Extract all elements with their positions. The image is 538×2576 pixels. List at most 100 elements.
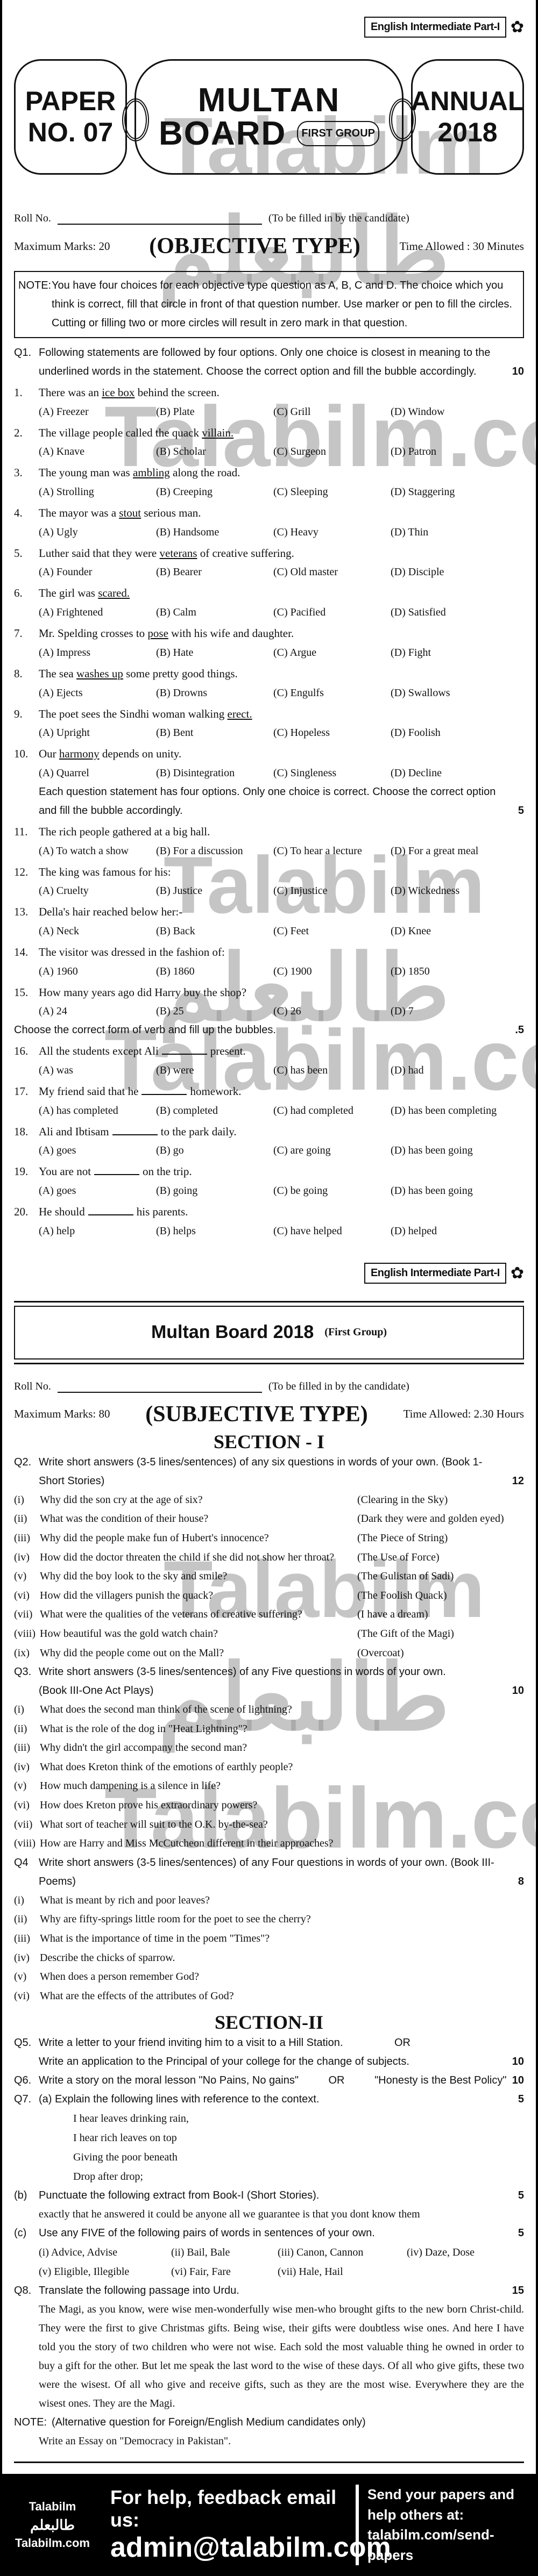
mcq-option[interactable]: (A) goes <box>39 1182 156 1200</box>
mcq-option[interactable]: (B) Bent <box>156 724 273 742</box>
mcq-option[interactable]: (B) Calm <box>156 603 273 622</box>
mcq-option[interactable]: (A) Knave <box>39 442 156 461</box>
mcq-option[interactable]: (C) Sleeping <box>273 483 391 502</box>
roll-number-field[interactable] <box>57 1382 262 1393</box>
footer-send-link[interactable]: talabilm.com/send-papers <box>367 2525 538 2565</box>
mcq-option[interactable]: (A) has completed <box>39 1101 156 1120</box>
mcq-option[interactable]: (A) goes <box>39 1141 156 1160</box>
mcq-option[interactable]: (D) Thin <box>391 523 530 542</box>
mcq-option[interactable]: (A) Frightened <box>39 603 156 622</box>
mcq-option[interactable]: (C) Surgeon <box>273 442 391 461</box>
mcq-option[interactable]: (D) has been going <box>391 1182 530 1200</box>
mcq-option[interactable]: (C) Singleness <box>273 764 391 783</box>
mcq-option[interactable]: (D) Decline <box>391 764 530 783</box>
mcq-option[interactable]: (D) Fight <box>391 643 530 662</box>
mcq-option[interactable]: (A) To watch a show <box>39 842 156 861</box>
mcq-option[interactable]: (C) be going <box>273 1182 391 1200</box>
mcq-option[interactable]: (D) has been going <box>391 1141 530 1160</box>
mcq-option[interactable]: (B) For a discussion <box>156 842 273 861</box>
mcq-option[interactable]: (A) Neck <box>39 922 156 941</box>
mcq-option[interactable]: (B) were <box>156 1061 273 1080</box>
mcq-option[interactable]: (C) 1900 <box>273 962 391 981</box>
mcq-option[interactable]: (B) Back <box>156 922 273 941</box>
mcq-option[interactable]: (A) 1960 <box>39 962 156 981</box>
question-text: What were the qualities of the veterans … <box>40 1608 302 1621</box>
mcq-option[interactable]: (B) Disintegration <box>156 764 273 783</box>
short-question: (i) What is meant by rich and poor leaves… <box>14 1891 524 1910</box>
mcq-option[interactable]: (C) are going <box>273 1141 391 1160</box>
mcq-option[interactable]: (A) Upright <box>39 724 156 742</box>
mcq-option[interactable]: (A) help <box>39 1222 156 1241</box>
mcq-option[interactable]: (C) have helped <box>273 1222 391 1241</box>
mcq-option[interactable]: (D) 7 <box>391 1002 530 1021</box>
mcq-option[interactable]: (C) Hopeless <box>273 724 391 742</box>
mcq-option[interactable]: (D) Wickedness <box>391 882 530 900</box>
mcq-option[interactable]: (A) Cruelty <box>39 882 156 900</box>
mcq-option[interactable]: (C) Heavy <box>273 523 391 542</box>
statement-text: He should <box>39 1205 85 1219</box>
mcq-option[interactable]: (C) 26 <box>273 1002 391 1021</box>
mcq-option[interactable]: (D) had <box>391 1061 530 1080</box>
mcq-option[interactable]: (C) Engulfs <box>273 684 391 703</box>
mcq-option[interactable]: (B) 25 <box>156 1002 273 1021</box>
mcq-option[interactable]: (A) Freezer <box>39 403 156 421</box>
mcq-option[interactable]: (D) Knee <box>391 922 530 941</box>
mcq-option[interactable]: (B) Bearer <box>156 563 273 582</box>
mcq-option[interactable]: (D) Satisfied <box>391 603 530 622</box>
mcq-option[interactable]: (C) has been <box>273 1061 391 1080</box>
mcq-option[interactable]: (B) Drowns <box>156 684 273 703</box>
mcq-option[interactable]: (C) Old master <box>273 563 391 582</box>
mcq-option[interactable]: (B) go <box>156 1141 273 1160</box>
mcq-option[interactable]: (A) Ugly <box>39 523 156 542</box>
mcq-option[interactable]: (C) Grill <box>273 403 391 421</box>
subject-stamp: English Intermediate Part-I ✿ <box>14 5 524 48</box>
mcq-option[interactable]: (C) Pacified <box>273 603 391 622</box>
mcq-option[interactable]: (C) Feet <box>273 922 391 941</box>
mcq-option[interactable]: (A) was <box>39 1061 156 1080</box>
mcq-option[interactable]: (D) helped <box>391 1222 530 1241</box>
story-source: (The Piece of String) <box>357 1532 448 1544</box>
mcq-option[interactable]: (A) Ejects <box>39 684 156 703</box>
mcq-option[interactable]: (B) Justice <box>156 882 273 900</box>
mcq-option[interactable]: (A) Founder <box>39 563 156 582</box>
mcq-option[interactable]: (D) 1850 <box>391 962 530 981</box>
mcq-statement: All the students except Ali present. <box>39 1042 246 1061</box>
mcq-statement: The king was famous for his: <box>39 863 171 882</box>
mcq-option[interactable]: (C) had completed <box>273 1101 391 1120</box>
roll-number-field[interactable] <box>57 214 262 225</box>
mcq-option[interactable]: (B) 1860 <box>156 962 273 981</box>
mcq-option[interactable]: (A) 24 <box>39 1002 156 1021</box>
mcq-option[interactable]: (D) Staggering <box>391 483 530 502</box>
mcq-item: 6. The girl was scared. (A) Frightened (B) … <box>14 584 524 622</box>
mcq-option[interactable]: (D) Patron <box>391 442 530 461</box>
mcq-option[interactable]: (A) Impress <box>39 643 156 662</box>
mcq-option[interactable]: (D) Window <box>391 403 530 421</box>
mcq-number: 2. <box>14 426 23 439</box>
question-text: How did the villagers punish the quack? <box>40 1589 214 1601</box>
statement-text: How many years ago did Harry buy the sho… <box>39 985 247 999</box>
mcq-option[interactable]: (D) Disciple <box>391 563 530 582</box>
mcq-option[interactable]: (A) Strolling <box>39 483 156 502</box>
mcq-option[interactable]: (D) has been completing <box>391 1101 530 1120</box>
mcq-option[interactable]: (D) For a great meal <box>391 842 530 861</box>
mcq-number: 5. <box>14 546 23 560</box>
mcq-option[interactable]: (B) completed <box>156 1101 273 1120</box>
footer-brand-site[interactable]: Talabilm.com <box>0 2535 105 2552</box>
mcq-option[interactable]: (C) To hear a lecture <box>273 842 391 861</box>
mcq-option[interactable]: (C) Argue <box>273 643 391 662</box>
mcq-option[interactable]: (D) Foolish <box>391 724 530 742</box>
mcq-option[interactable]: (B) going <box>156 1182 273 1200</box>
mcq-option[interactable]: (A) Quarrel <box>39 764 156 783</box>
underlined-word: pose <box>147 627 168 640</box>
mcq-option[interactable]: (D) Swallows <box>391 684 530 703</box>
mcq-option[interactable]: (B) helps <box>156 1222 273 1241</box>
mcq-option[interactable]: (B) Creeping <box>156 483 273 502</box>
mcq-option[interactable]: (B) Scholar <box>156 442 273 461</box>
section-2-title: SECTION-II <box>214 2012 324 2034</box>
mcq-number: 1. <box>14 386 23 399</box>
footer-email-link[interactable]: admin@talabilm.com <box>110 2531 391 2564</box>
mcq-option[interactable]: (C) Injustice <box>273 882 391 900</box>
mcq-option[interactable]: (B) Hate <box>156 643 273 662</box>
mcq-option[interactable]: (B) Handsome <box>156 523 273 542</box>
mcq-option[interactable]: (B) Plate <box>156 403 273 421</box>
